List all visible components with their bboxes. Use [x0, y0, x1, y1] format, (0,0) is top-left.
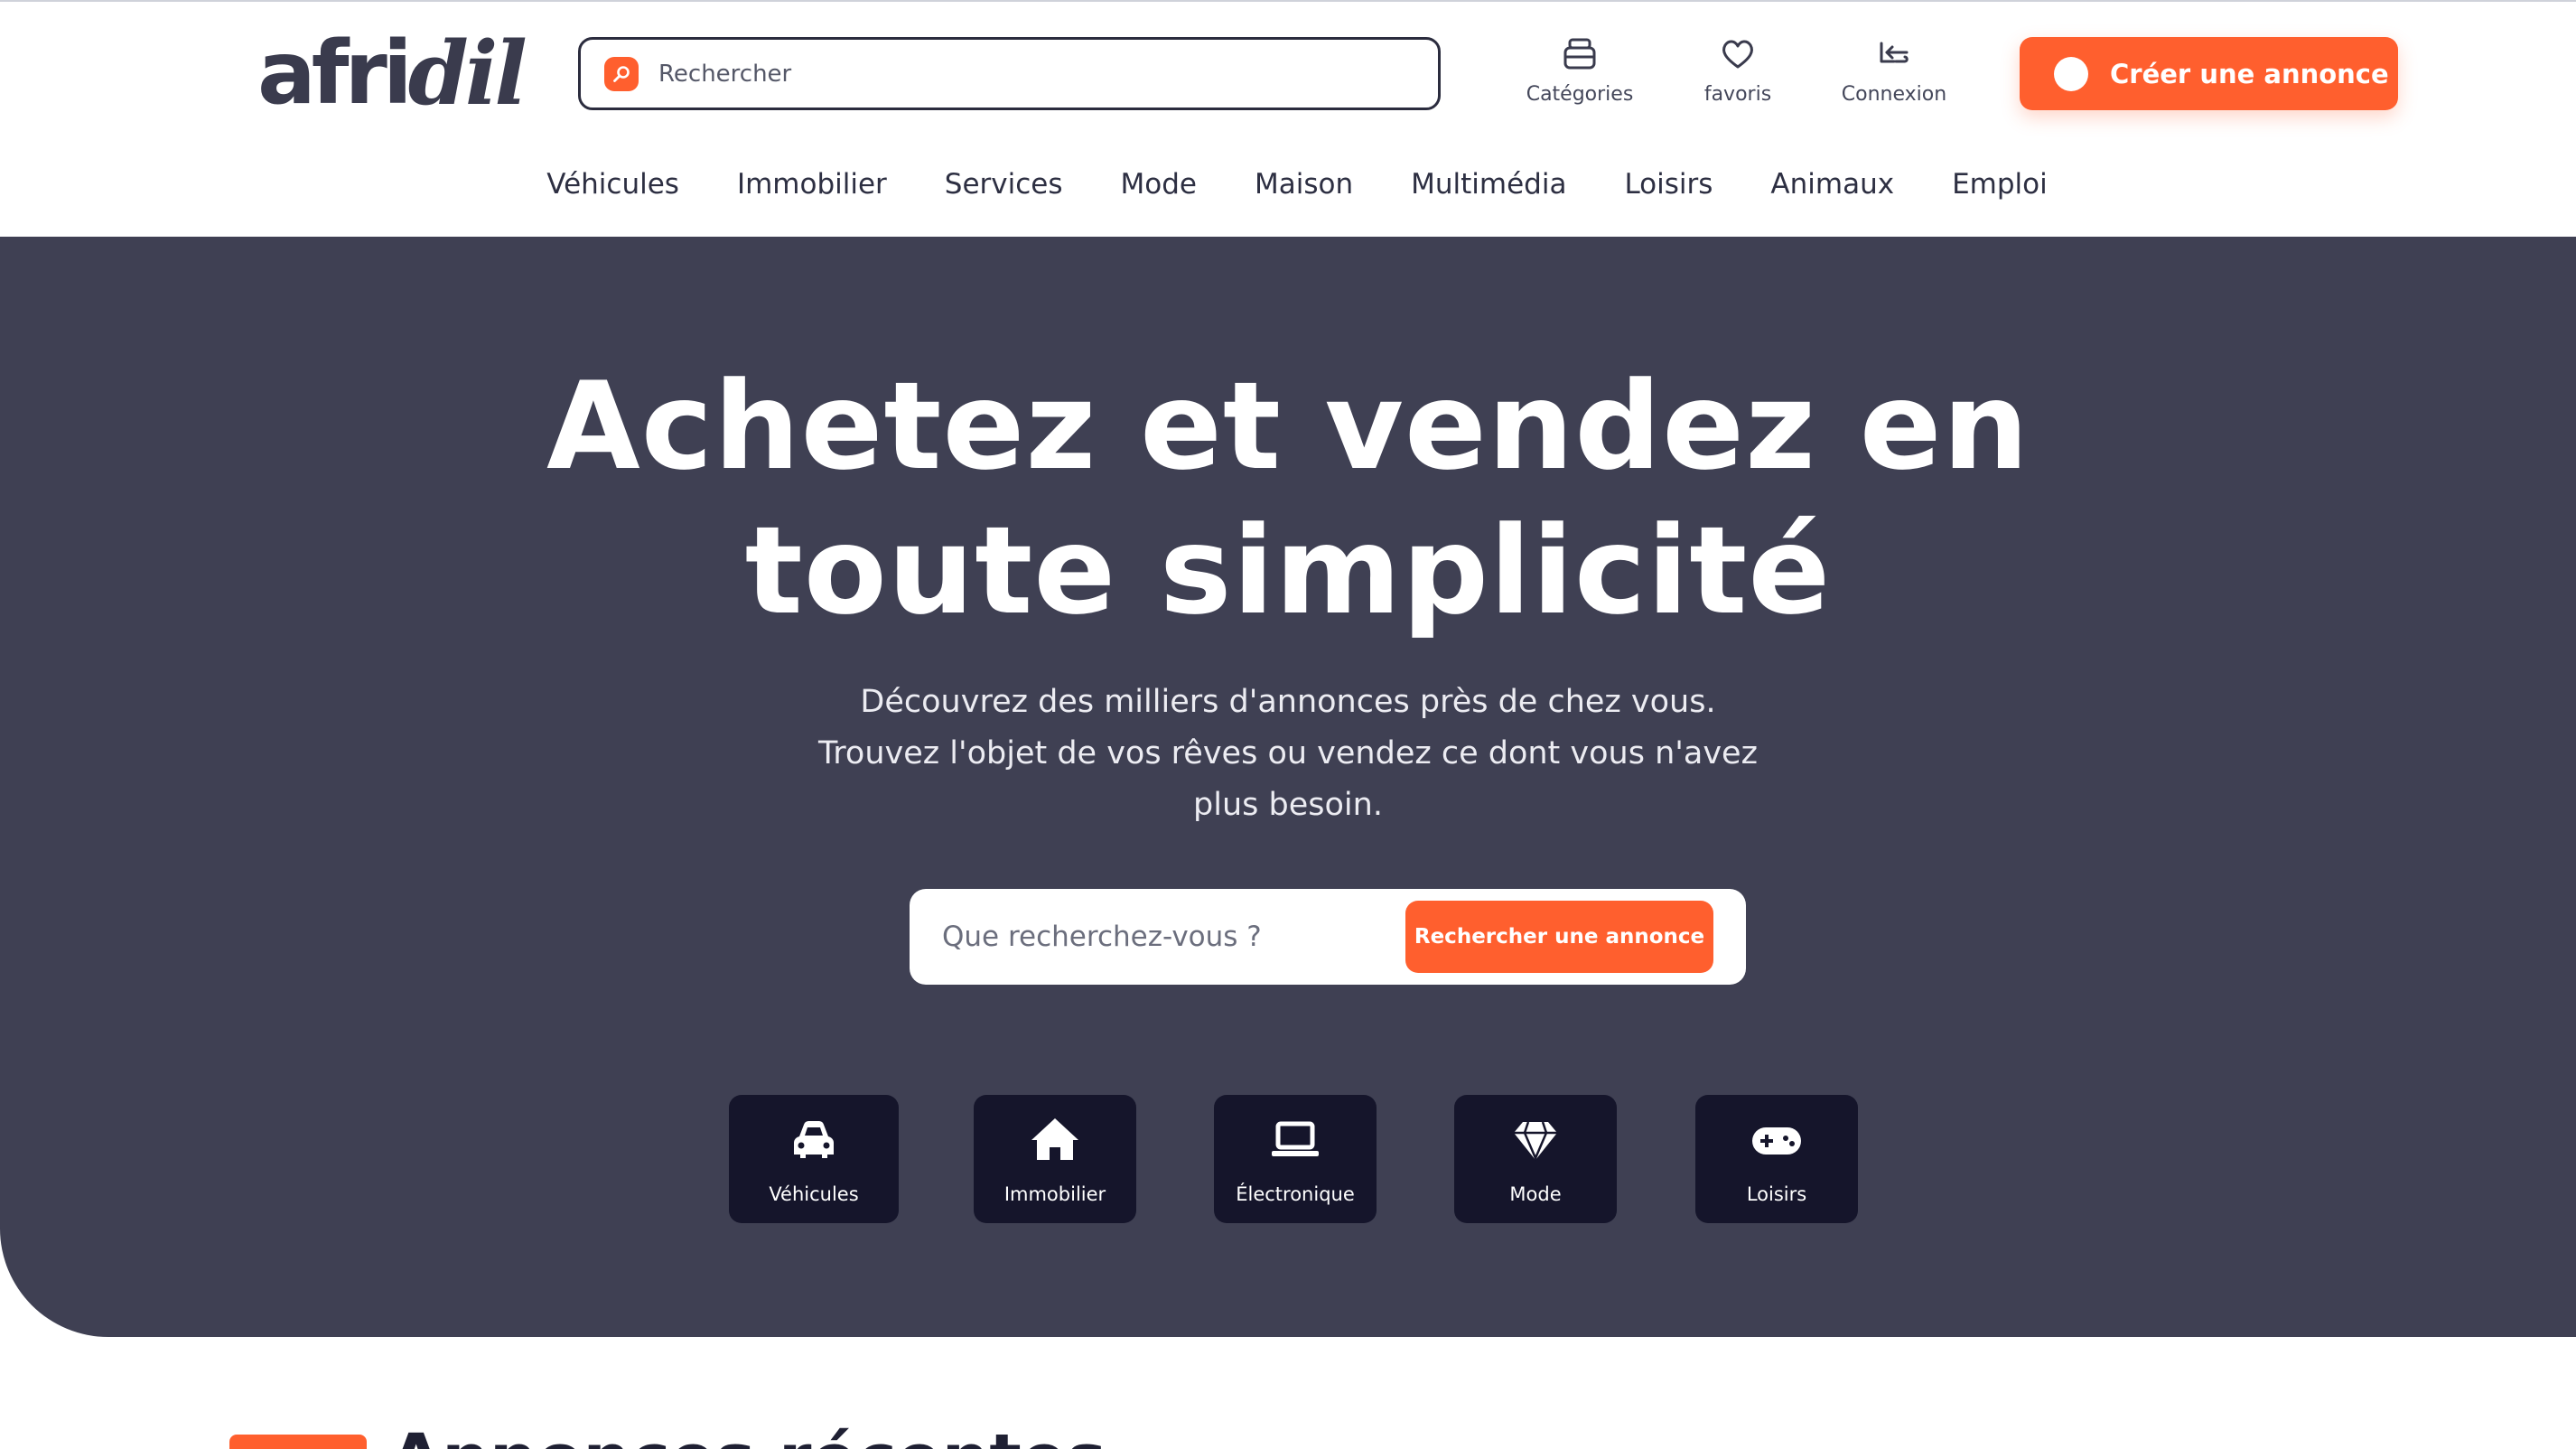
categories-button[interactable]: Catégories	[1503, 34, 1657, 106]
category-tile-label: Véhicules	[769, 1183, 859, 1205]
gamepad-icon	[1752, 1127, 1801, 1155]
category-tile-mode[interactable]: Mode	[1454, 1095, 1617, 1223]
login-button[interactable]: Connexion	[1817, 34, 1971, 106]
laptop-icon	[1272, 1121, 1319, 1156]
category-tile-electronique[interactable]: Électronique	[1214, 1095, 1377, 1223]
category-tile-vehicules[interactable]: Véhicules	[729, 1095, 899, 1223]
favorites-label: favoris	[1703, 83, 1772, 106]
page: afri dil Rechercher Catégories favoris C…	[0, 0, 2576, 1449]
hero-title: Achetez et vendez en toute simplicité	[546, 356, 2030, 641]
login-label: Connexion	[1841, 83, 1947, 106]
create-listing-button[interactable]: Créer une annonce	[2020, 37, 2398, 110]
category-tile-label: Immobilier	[1003, 1183, 1106, 1205]
search-icon	[604, 56, 639, 91]
nav-item-emploi[interactable]: Emploi	[1952, 168, 2048, 201]
create-listing-label: Créer une annonce	[2110, 58, 2389, 89]
basket-icon	[1563, 38, 1596, 70]
recent-listings-title: Annonces récentes	[390, 1420, 1106, 1449]
header-search-input[interactable]: Rechercher	[578, 37, 1441, 110]
categories-label: Catégories	[1526, 83, 1634, 106]
category-nav: Véhicules Immobilier Services Mode Maiso…	[0, 168, 2576, 201]
category-tile-label: Électronique	[1236, 1183, 1355, 1205]
category-tile-label: Loisirs	[1746, 1183, 1807, 1205]
hero-section: Achetez et vendez en toute simplicité Dé…	[0, 237, 2576, 1337]
category-tile-loisirs[interactable]: Loisirs	[1695, 1095, 1858, 1223]
category-tile-label: Mode	[1509, 1183, 1562, 1205]
category-tiles: Véhicules Immobilier Électronique Mode L…	[0, 1095, 2576, 1223]
nav-item-vehicules[interactable]: Véhicules	[546, 168, 679, 201]
favorites-button[interactable]: favoris	[1661, 34, 1815, 106]
car-icon	[794, 1121, 834, 1158]
nav-item-animaux[interactable]: Animaux	[1770, 168, 1894, 201]
logo-text-plain: afri	[257, 23, 413, 124]
login-hand-icon	[1880, 42, 1909, 63]
logo-text-italic: dil	[407, 22, 527, 125]
hero-search-button[interactable]: Rechercher une annonce	[1405, 901, 1713, 973]
cta-dot-icon	[2054, 56, 2088, 91]
nav-item-multimedia[interactable]: Multimédia	[1411, 168, 1566, 201]
top-border	[0, 0, 2576, 2]
category-tile-immobilier[interactable]: Immobilier	[974, 1095, 1136, 1223]
site-header: afri dil Rechercher Catégories favoris C…	[0, 0, 2576, 237]
logo[interactable]: afri dil	[257, 22, 527, 125]
hero-search-input[interactable]: Que recherchez-vous ?	[942, 921, 1405, 953]
header-search-placeholder: Rechercher	[658, 60, 792, 88]
diamond-icon	[1514, 1121, 1557, 1162]
house-icon	[1031, 1118, 1078, 1160]
hero-search-bar: Que recherchez-vous ? Rechercher une ann…	[910, 889, 1746, 985]
nav-item-mode[interactable]: Mode	[1121, 168, 1197, 201]
nav-item-maison[interactable]: Maison	[1255, 168, 1353, 201]
hero-subtitle: Découvrez des milliers d'annonces près d…	[818, 684, 1758, 823]
nav-item-services[interactable]: Services	[945, 168, 1063, 201]
heart-icon	[1722, 40, 1753, 69]
nav-item-immobilier[interactable]: Immobilier	[737, 168, 887, 201]
nav-item-loisirs[interactable]: Loisirs	[1624, 168, 1713, 201]
recent-badge	[229, 1435, 367, 1449]
